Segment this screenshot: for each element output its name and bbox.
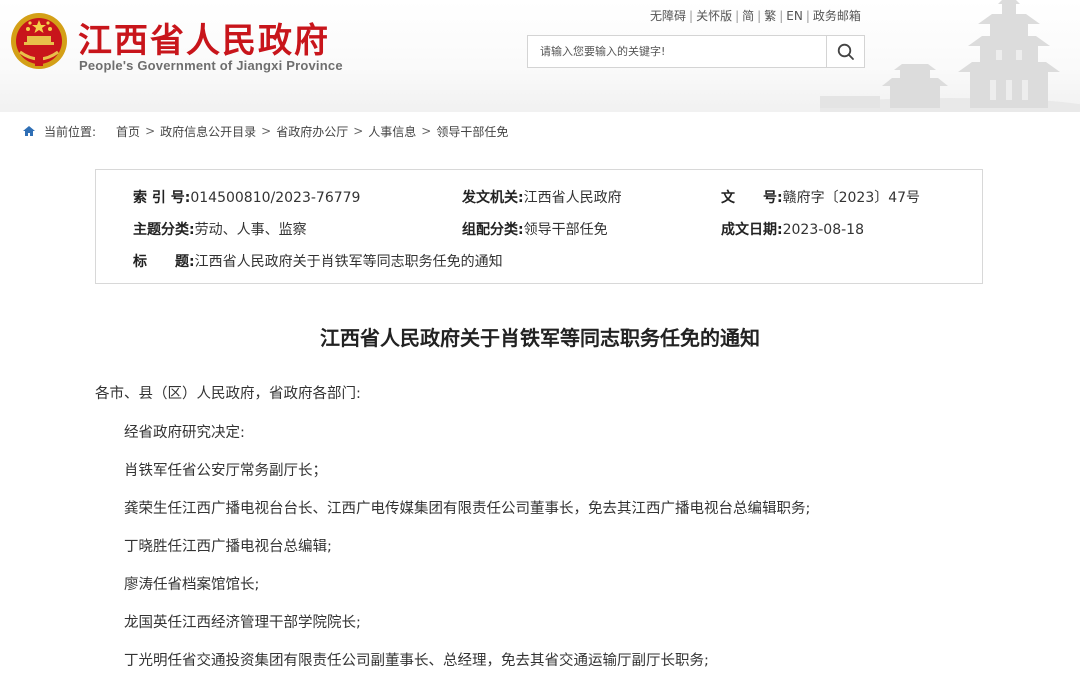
article-paragraph: 龙国英任江西经济管理干部学院院长; (124, 615, 361, 631)
article-paragraph: 经省政府研究决定: (124, 425, 245, 441)
meta-index: 索 引 号:014500810/2023-76779 (133, 187, 360, 207)
search-input[interactable] (528, 36, 826, 67)
breadcrumb-home[interactable]: 首页 (116, 123, 140, 140)
site-title: 江西省人民政府 (78, 21, 330, 61)
meta-docno: 文 号:赣府字〔2023〕47号 (721, 187, 920, 207)
breadcrumb-separator: > (353, 124, 364, 138)
meta-title-label: 标 题: (133, 254, 195, 270)
simplified-link[interactable]: 简 (742, 9, 754, 23)
meta-topic-label: 主题分类: (133, 222, 195, 238)
meta-date: 成文日期:2023-08-18 (721, 219, 864, 239)
article-paragraph: 廖涛任省档案馆馆长; (124, 577, 260, 593)
meta-topic-value: 劳动、人事、监察 (194, 222, 307, 238)
location-label: 当前位置: (44, 124, 97, 139)
meta-index-value: 014500810/2023-76779 (190, 190, 361, 206)
article-paragraph: 肖铁军任省公安厅常务副厅长； (124, 463, 327, 479)
breadcrumb-personnel-info[interactable]: 人事信息 (368, 123, 416, 140)
national-emblem-icon (11, 13, 67, 69)
meta-title-value: 江西省人民政府关于肖铁军等同志职务任免的通知 (194, 254, 503, 270)
site-header: 江西省人民政府 People's Government of Jiangxi P… (0, 0, 1080, 112)
meta-category: 组配分类:领导干部任免 (462, 219, 608, 239)
pavilion-scenery-icon (820, 0, 1080, 112)
english-link[interactable]: EN (786, 9, 803, 23)
meta-issuer-value: 江西省人民政府 (523, 190, 622, 206)
traditional-link[interactable]: 繁 (764, 9, 776, 23)
breadcrumb-cadre-appointments[interactable]: 领导干部任免 (436, 123, 508, 140)
breadcrumb-general-office[interactable]: 省政府办公厅 (276, 123, 348, 140)
accessibility-link[interactable]: 无障碍 (650, 9, 686, 23)
search-box (527, 35, 865, 68)
meta-date-value: 2023-08-18 (782, 222, 864, 238)
meta-issuer-label: 发文机关: (462, 190, 524, 206)
breadcrumb-separator: > (261, 124, 272, 138)
article-paragraph: 丁光明任省交通投资集团有限责任公司副董事长、总经理，免去其省交通运输厅副厅长职务… (124, 653, 709, 669)
meta-index-label: 索 引 号: (133, 190, 191, 206)
location-icon (23, 126, 35, 136)
meta-title: 标 题:江西省人民政府关于肖铁军等同志职务任免的通知 (133, 251, 503, 271)
article-paragraph: 龚荣生任江西广播电视台台长、江西广电传媒集团有限责任公司董事长，免去其江西广播电… (124, 501, 811, 517)
meta-date-label: 成文日期: (721, 222, 783, 238)
meta-topic: 主题分类:劳动、人事、监察 (133, 219, 307, 239)
care-mode-link[interactable]: 关怀版 (696, 9, 732, 23)
meta-category-label: 组配分类: (462, 222, 524, 238)
breadcrumb: 当前位置: 首页 > 政府信息公开目录 > 省政府办公厅 > 人事信息 > 领导… (22, 122, 508, 140)
meta-docno-label: 文 号: (721, 190, 783, 206)
breadcrumb-info-catalog[interactable]: 政府信息公开目录 (160, 123, 256, 140)
document-meta-box: 索 引 号:014500810/2023-76779 发文机关:江西省人民政府 … (95, 169, 983, 284)
article-salutation: 各市、县（区）人民政府，省政府各部门: (95, 386, 361, 402)
breadcrumb-separator: > (421, 124, 432, 138)
meta-category-value: 领导干部任免 (523, 222, 608, 238)
meta-issuer: 发文机关:江西省人民政府 (462, 187, 622, 207)
site-subtitle: People's Government of Jiangxi Province (79, 58, 343, 73)
article-title: 江西省人民政府关于肖铁军等同志职务任免的通知 (320, 326, 760, 350)
article-paragraph: 丁晓胜任江西广播电视台总编辑; (124, 539, 332, 555)
breadcrumb-separator: > (145, 124, 156, 138)
meta-docno-value: 赣府字〔2023〕47号 (782, 190, 921, 206)
